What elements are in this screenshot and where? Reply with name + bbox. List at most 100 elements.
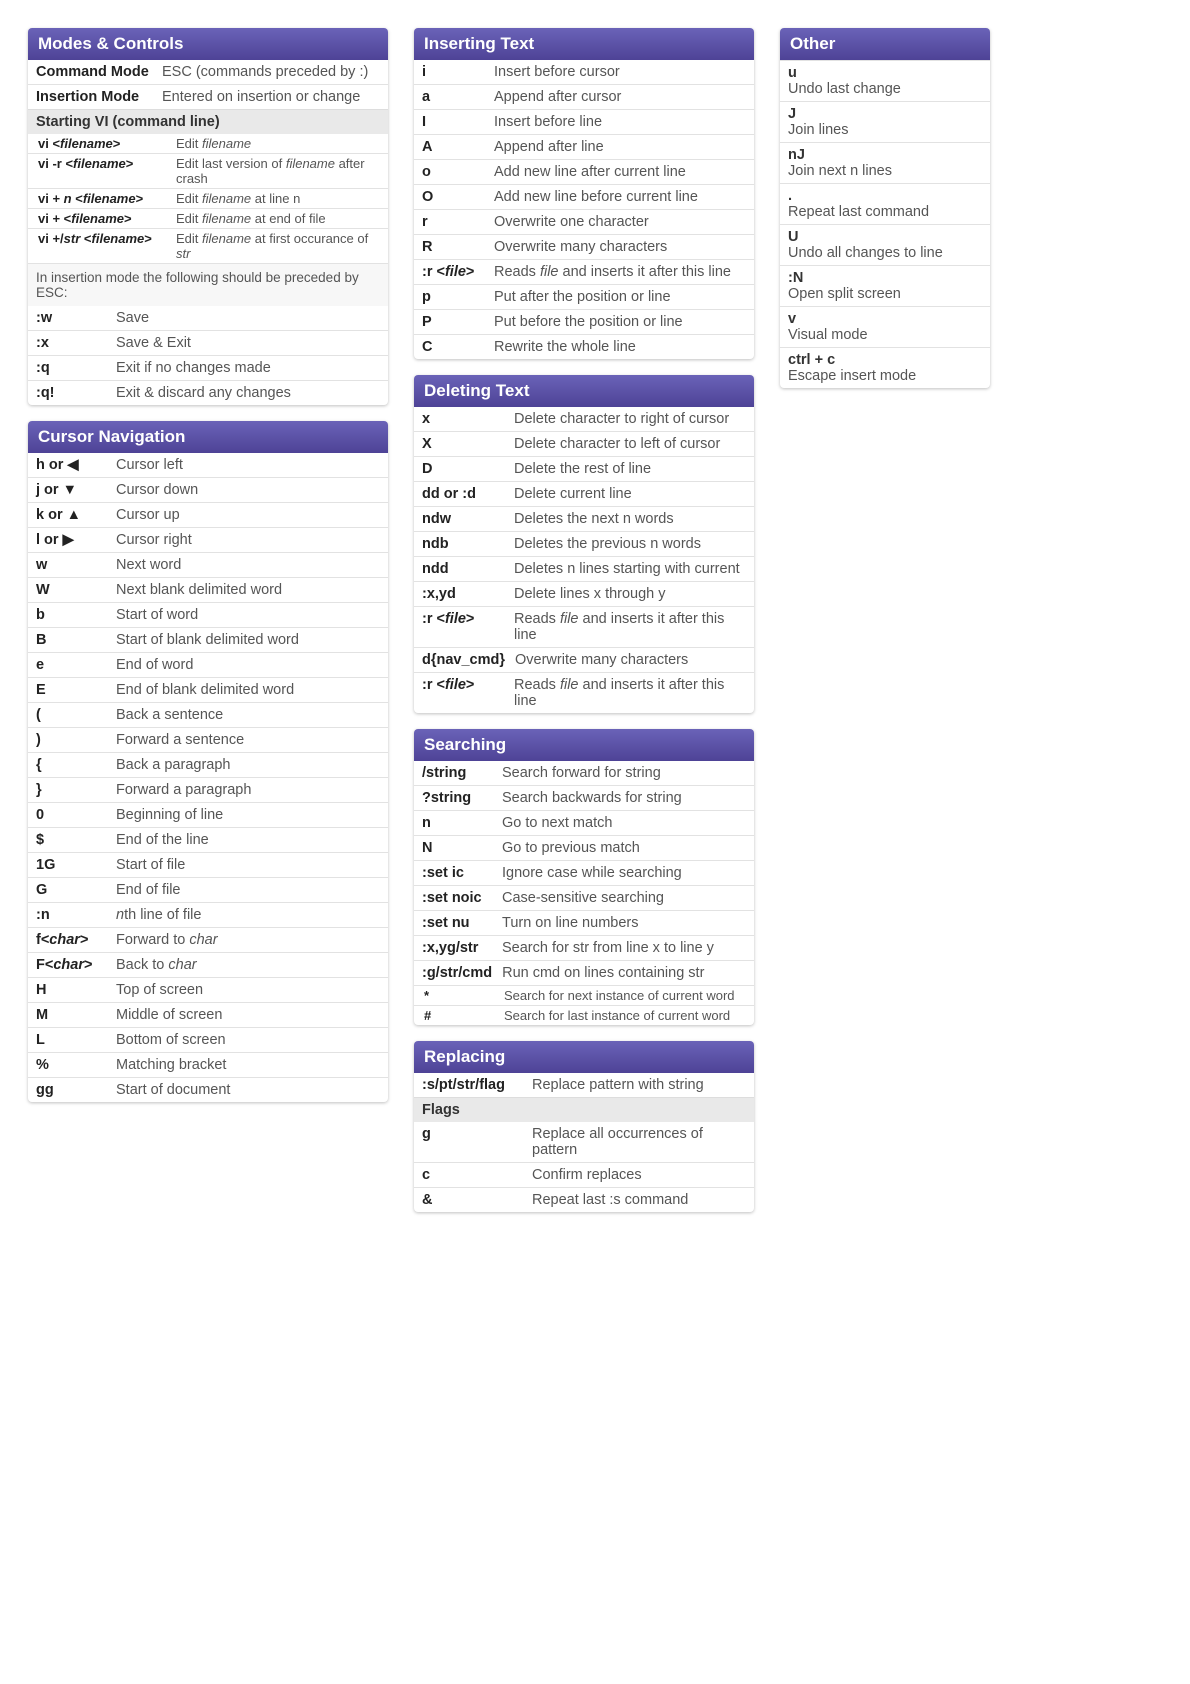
table-row: vi -r <filename>Edit last version of fil…: [28, 153, 388, 188]
command-description: Save: [116, 310, 380, 326]
command-description: Search for next instance of current word: [504, 988, 744, 1003]
command-description: Add new line before current line: [494, 189, 746, 205]
table-row: :q!Exit & discard any changes: [28, 380, 388, 405]
command-key: :r <file>: [422, 264, 494, 280]
command-key: :w: [36, 310, 116, 326]
command-key: :x,yg/str: [422, 940, 502, 956]
command-description: Forward a paragraph: [116, 782, 380, 798]
table-row: DDelete the rest of line: [414, 456, 754, 481]
subheader-flags: Flags: [414, 1097, 754, 1122]
command-description: Open split screen: [788, 286, 982, 302]
command-description: Start of file: [116, 857, 380, 873]
command-description: Deletes the previous n words: [514, 536, 746, 552]
command-key: C: [422, 339, 494, 355]
command-key: w: [36, 557, 116, 573]
command-description: Back a sentence: [116, 707, 380, 723]
command-description: Start of word: [116, 607, 380, 623]
command-description: Visual mode: [788, 327, 982, 343]
table-row: 1GStart of file: [28, 852, 388, 877]
table-row: l or ▶Cursor right: [28, 527, 388, 552]
command-description: Add new line after current line: [494, 164, 746, 180]
table-row: *Search for next instance of current wor…: [414, 985, 754, 1005]
card-other: Other uUndo last changeJJoin linesnJJoin…: [780, 28, 990, 388]
table-row: %Matching bracket: [28, 1052, 388, 1077]
command-description: End of the line: [116, 832, 380, 848]
command-key: :x,yd: [422, 586, 514, 602]
command-description: Reads file and inserts it after this lin…: [514, 611, 746, 643]
table-row: XDelete character to left of cursor: [414, 431, 754, 456]
command-key: E: [36, 682, 116, 698]
command-key: b: [36, 607, 116, 623]
command-key: c: [422, 1167, 532, 1183]
command-description: Start of blank delimited word: [116, 632, 380, 648]
table-row: oAdd new line after current line: [414, 159, 754, 184]
card-inserting-text: Inserting Text iInsert before cursoraApp…: [414, 28, 754, 359]
command-key: :g/str/cmd: [422, 965, 502, 981]
command-key: j or ▼: [36, 482, 116, 498]
command-key: /string: [422, 765, 502, 781]
command-key: d{nav_cmd}: [422, 652, 515, 668]
command-description: Search for last instance of current word: [504, 1008, 744, 1023]
command-key: u: [788, 65, 982, 81]
card-modes-controls: Modes & Controls Command ModeESC (comman…: [28, 28, 388, 405]
command-description: Confirm replaces: [532, 1167, 746, 1183]
command-key: B: [36, 632, 116, 648]
command-description: ESC (commands preceded by :): [162, 64, 380, 80]
card-header: Other: [780, 28, 990, 60]
card-header: Cursor Navigation: [28, 421, 388, 453]
command-key: vi -r <filename>: [38, 156, 176, 171]
column-3: Other uUndo last changeJJoin linesnJJoin…: [780, 28, 990, 404]
command-description: Search for str from line x to line y: [502, 940, 746, 956]
table-row: Insertion ModeEntered on insertion or ch…: [28, 84, 388, 109]
command-description: Delete current line: [514, 486, 746, 502]
command-description: Escape insert mode: [788, 368, 982, 384]
table-row: F<char>Back to char: [28, 952, 388, 977]
command-description: Deletes n lines starting with current: [514, 561, 746, 577]
table-row: aAppend after cursor: [414, 84, 754, 109]
card-header: Replacing: [414, 1041, 754, 1073]
table-row: :g/str/cmdRun cmd on lines containing st…: [414, 960, 754, 985]
command-description: Next blank delimited word: [116, 582, 380, 598]
command-description: Join next n lines: [788, 163, 982, 179]
command-description: Case-sensitive searching: [502, 890, 746, 906]
table-row: vi +/str <filename>Edit filename at firs…: [28, 228, 388, 263]
table-row: vVisual mode: [780, 306, 990, 347]
table-row: GEnd of file: [28, 877, 388, 902]
command-description: Repeat last :s command: [532, 1192, 746, 1208]
command-key: :set ic: [422, 865, 502, 881]
table-row: ggStart of document: [28, 1077, 388, 1102]
table-row: :set nuTurn on line numbers: [414, 910, 754, 935]
command-key: %: [36, 1057, 116, 1073]
command-description: Reads file and inserts it after this lin…: [494, 264, 746, 280]
command-description: nth line of file: [116, 907, 380, 923]
table-row: rOverwrite one character: [414, 209, 754, 234]
command-description: Delete lines x through y: [514, 586, 746, 602]
command-key: :set noic: [422, 890, 502, 906]
table-row: iInsert before cursor: [414, 60, 754, 84]
table-row: :xSave & Exit: [28, 330, 388, 355]
command-description: Put after the position or line: [494, 289, 746, 305]
command-key: :x: [36, 335, 116, 351]
command-key: 0: [36, 807, 116, 823]
command-description: Exit if no changes made: [116, 360, 380, 376]
command-description: Insert before line: [494, 114, 746, 130]
command-key: p: [422, 289, 494, 305]
table-row: vi + n <filename>Edit filename at line n: [28, 188, 388, 208]
command-key: R: [422, 239, 494, 255]
command-key: D: [422, 461, 514, 477]
command-key: F<char>: [36, 957, 116, 973]
command-key: :q: [36, 360, 116, 376]
table-row: :nnth line of file: [28, 902, 388, 927]
card-searching: Searching /stringSearch forward for stri…: [414, 729, 754, 1025]
subheader-starting-vi: Starting VI (command line): [28, 109, 388, 134]
table-row: :r <file>Reads file and inserts it after…: [414, 672, 754, 713]
command-description: Cursor right: [116, 532, 380, 548]
card-deleting-text: Deleting Text xDelete character to right…: [414, 375, 754, 713]
command-description: Overwrite one character: [494, 214, 746, 230]
table-row: :set icIgnore case while searching: [414, 860, 754, 885]
command-key: X: [422, 436, 514, 452]
command-description: Next word: [116, 557, 380, 573]
table-row: nGo to next match: [414, 810, 754, 835]
command-key: $: [36, 832, 116, 848]
command-key: ): [36, 732, 116, 748]
